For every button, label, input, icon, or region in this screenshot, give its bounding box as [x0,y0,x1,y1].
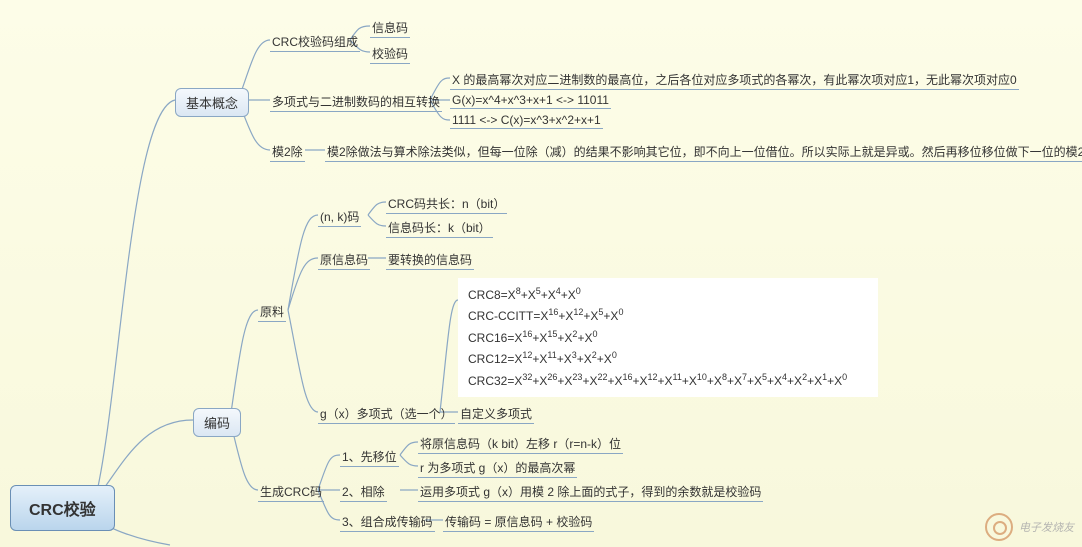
leaf-info-code: 信息码 [370,18,410,38]
watermark: 电子发烧友 [985,513,1074,541]
node-compose[interactable]: CRC校验码组成 [270,32,360,52]
node-material[interactable]: 原料 [258,302,286,322]
formula-box: CRC8=X8+X5+X4+X0CRC-CCITT=X16+X12+X5+X0C… [458,278,878,397]
node-gx[interactable]: g（x）多项式（选一个） [318,404,455,424]
node-shift[interactable]: 1、先移位 [340,447,399,467]
node-basic[interactable]: 基本概念 [175,88,249,117]
watermark-text: 电子发烧友 [1019,519,1074,535]
node-gen[interactable]: 生成CRC码 [258,482,324,502]
leaf-mod2: 模2除做法与算术除法类似，但每一位除（减）的结果不影响其它位，即不向上一位借位。… [325,142,1082,162]
node-combine[interactable]: 3、组合成传输码 [340,512,435,532]
leaf-check-code: 校验码 [370,44,410,64]
node-nk[interactable]: (n, k)码 [318,207,361,227]
leaf-nk-1: 信息码长：k（bit） [386,218,493,238]
watermark-icon [985,513,1013,541]
leaf-combine-0: 传输码 = 原信息码 + 校验码 [443,512,594,532]
leaf-shift-0: 将原信息码（k bit）左移 r（r=n-k）位 [418,434,623,454]
leaf-shift-1: r 为多项式 g（x）的最高次幂 [418,458,577,478]
leaf-div-0: 运用多项式 g（x）用模 2 除上面的式子，得到的余数就是校验码 [418,482,763,502]
node-mod2[interactable]: 模2除 [270,142,305,162]
leaf-poly-0: X 的最高幂次对应二进制数的最高位，之后各位对应多项式的各幂次，有此幂次项对应1… [450,70,1019,90]
leaf-custom-poly: 自定义多项式 [458,404,534,424]
root-node[interactable]: CRC校验 [10,485,115,531]
node-orig[interactable]: 原信息码 [318,250,370,270]
node-encode[interactable]: 编码 [193,408,241,437]
leaf-orig-0: 要转换的信息码 [386,250,474,270]
leaf-poly-2: 1111 <-> C(x)=x^3+x^2+x+1 [450,112,603,129]
node-div[interactable]: 2、相除 [340,482,387,502]
leaf-poly-1: G(x)=x^4+x^3+x+1 <-> 11011 [450,92,611,109]
leaf-nk-0: CRC码共长：n（bit） [386,194,507,214]
node-poly[interactable]: 多项式与二进制数码的相互转换 [270,92,442,112]
